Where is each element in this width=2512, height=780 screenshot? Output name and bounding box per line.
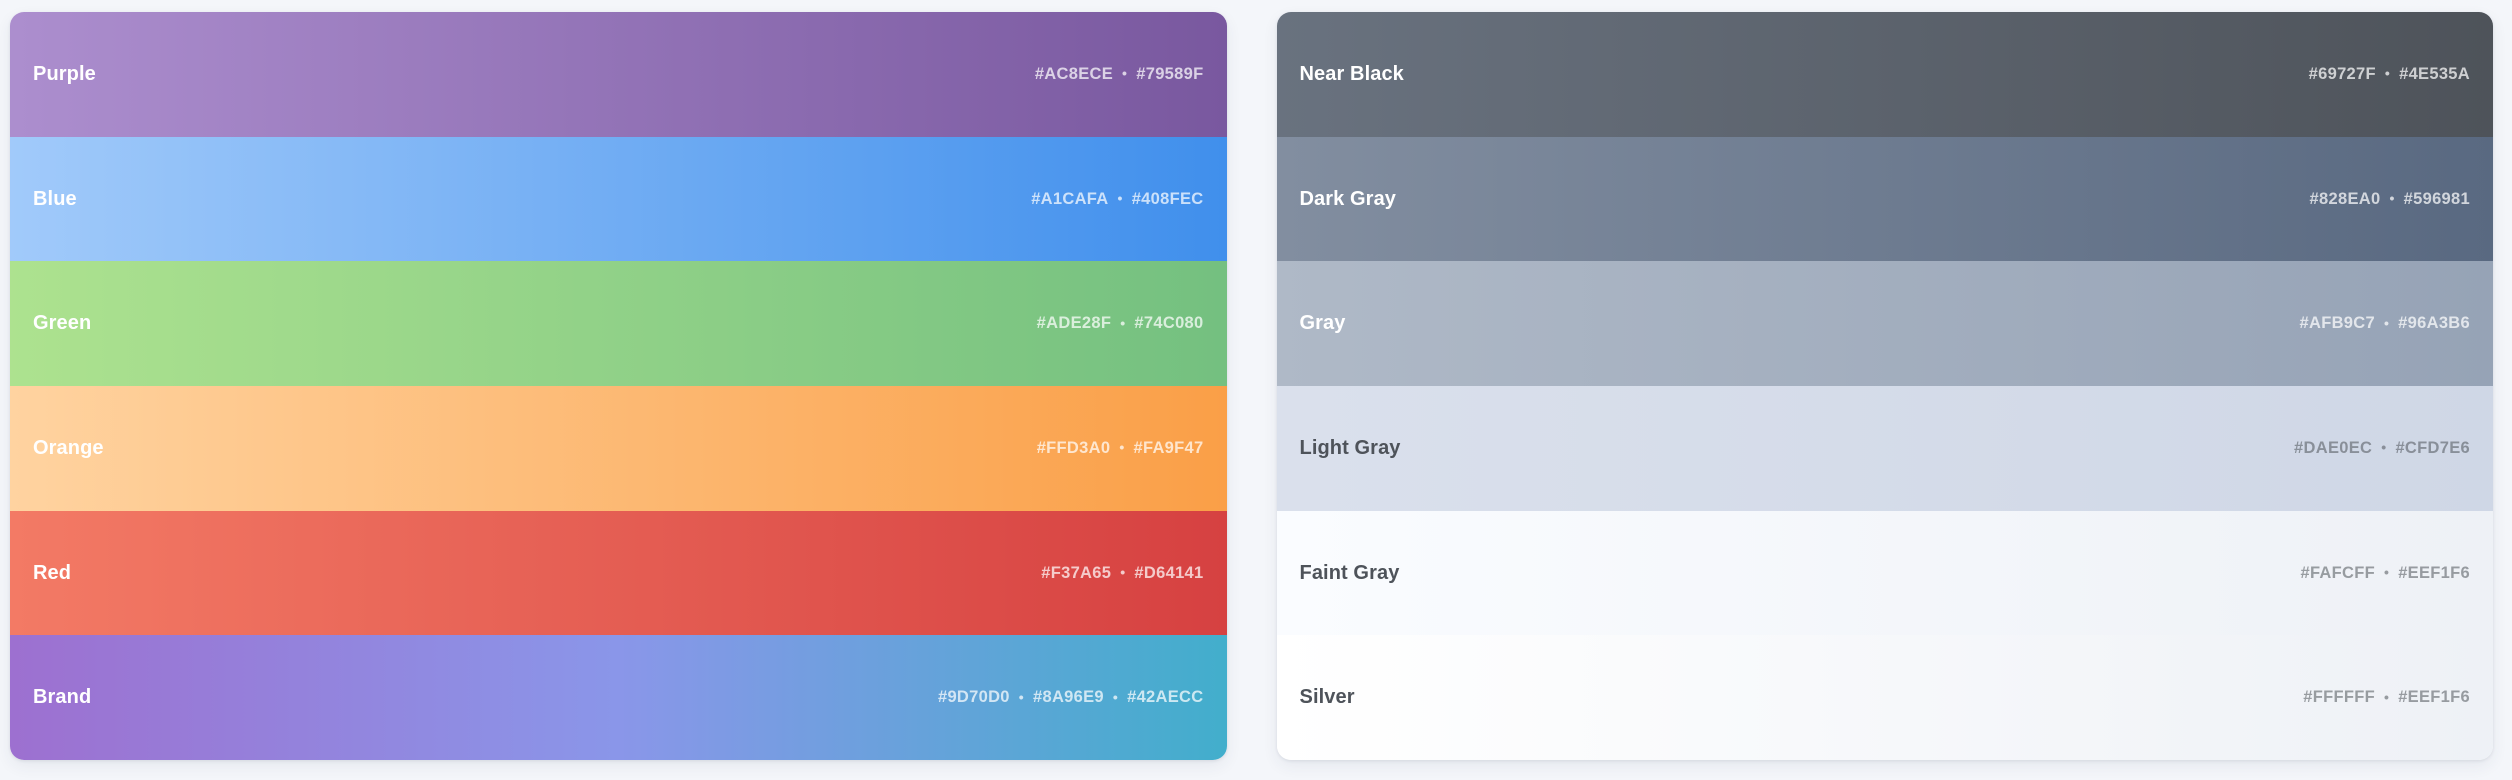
hex-code[interactable]: #828EA0 xyxy=(2310,190,2381,209)
stop-separator-icon: • xyxy=(1120,314,1126,331)
hex-code[interactable]: #FFD3A0 xyxy=(1037,439,1111,458)
swatch-label: Silver xyxy=(1299,686,1355,709)
hex-code[interactable]: #4E535A xyxy=(2399,65,2470,84)
swatch-label: Red xyxy=(33,561,72,584)
hex-code[interactable]: #D64141 xyxy=(1134,564,1203,583)
swatch-hex-stops: #AFB9C7 • #96A3B6 xyxy=(2300,314,2471,333)
hex-code[interactable]: #596981 xyxy=(2404,190,2470,209)
swatch-row[interactable]: Gray #AFB9C7 • #96A3B6 xyxy=(1276,261,2493,387)
hex-code[interactable]: #EEF1F6 xyxy=(2398,564,2470,583)
swatch-row[interactable]: Purple #AC8ECE • #79589F xyxy=(10,12,1227,137)
swatch-hex-stops: #AC8ECE • #79589F xyxy=(1035,65,1204,84)
hex-code[interactable]: #408FEC xyxy=(1132,190,1204,209)
swatch-row[interactable]: Faint Gray #FAFCFF • #EEF1F6 xyxy=(1276,510,2493,636)
stop-separator-icon: • xyxy=(1122,65,1128,82)
hex-code[interactable]: #CFD7E6 xyxy=(2395,439,2470,458)
stop-separator-icon: • xyxy=(2384,65,2391,82)
swatch-hex-stops: #ADE28F • #74C080 xyxy=(1037,314,1204,333)
stop-separator-icon: • xyxy=(2389,190,2395,206)
hex-code[interactable]: #42AECC xyxy=(1127,688,1203,707)
hex-code[interactable]: #FAFCFF xyxy=(2300,564,2375,583)
color-palette-board: Purple #AC8ECE • #79589F Blue #A1CAFA • #408FEC… xyxy=(0,0,2512,780)
swatch-hex-stops: #9D70D0 • #8A96E9 • #42AECC xyxy=(938,688,1204,707)
swatch-hex-stops: #F37A65 • #D64141 xyxy=(1041,564,1203,583)
swatch-hex-stops: #828EA0 • #596981 xyxy=(2310,190,2470,209)
swatch-label: Brand xyxy=(33,686,92,709)
swatch-hex-stops: #FFD3A0 • #FA9F47 xyxy=(1037,439,1204,458)
stop-separator-icon: • xyxy=(2381,439,2387,456)
swatch-row[interactable]: Green #ADE28F • #74C080 xyxy=(10,261,1227,387)
swatch-row[interactable]: Near Black #69727F • #4E535A xyxy=(1276,12,2493,137)
hex-code[interactable]: #DAE0EC xyxy=(2294,439,2372,458)
stop-separator-icon: • xyxy=(1117,190,1123,206)
swatch-label: Green xyxy=(33,312,92,335)
swatch-row[interactable]: Brand #9D70D0 • #8A96E9 • #42AECC xyxy=(10,635,1227,760)
swatch-hex-stops: #FFFFFF • #EEF1F6 xyxy=(2303,688,2470,707)
swatch-label: Gray xyxy=(1299,312,1346,335)
hex-code[interactable]: #EEF1F6 xyxy=(2398,688,2470,707)
swatch-label: Purple xyxy=(33,62,96,85)
swatch-label: Light Gray xyxy=(1299,436,1401,459)
hex-code[interactable]: #FA9F47 xyxy=(1134,439,1204,458)
neutral-palette-card: Near Black #69727F • #4E535A Dark Gray #828EA… xyxy=(1276,12,2493,760)
stop-separator-icon: • xyxy=(1120,564,1126,581)
swatch-row[interactable]: Light Gray #DAE0EC • #CFD7E6 xyxy=(1276,386,2493,511)
swatch-row[interactable]: Silver #FFFFFF • #EEF1F6 xyxy=(1276,635,2493,760)
hex-code[interactable]: #ADE28F xyxy=(1037,314,1112,333)
hex-code[interactable]: #96A3B6 xyxy=(2398,314,2470,333)
hex-code[interactable]: #74C080 xyxy=(1134,314,1203,333)
swatch-label: Near Black xyxy=(1299,62,1404,85)
hex-code[interactable]: #79589F xyxy=(1136,65,1203,84)
stop-separator-icon: • xyxy=(1119,439,1125,456)
hex-code[interactable]: #A1CAFA xyxy=(1031,190,1108,209)
hex-code[interactable]: #FFFFFF xyxy=(2303,688,2375,707)
stop-separator-icon: • xyxy=(2383,564,2390,581)
swatch-hex-stops: #69727F • #4E535A xyxy=(2309,65,2470,84)
hex-code[interactable]: #9D70D0 xyxy=(938,688,1010,707)
swatch-row[interactable]: Orange #FFD3A0 • #FA9F47 xyxy=(10,386,1227,511)
color-palette-card: Purple #AC8ECE • #79589F Blue #A1CAFA • #408FEC… xyxy=(10,12,1227,760)
stop-separator-icon: • xyxy=(1112,688,1119,705)
swatch-label: Faint Gray xyxy=(1299,561,1400,584)
swatch-hex-stops: #A1CAFA • #408FEC xyxy=(1031,190,1203,209)
stop-separator-icon: • xyxy=(2383,688,2390,705)
hex-code[interactable]: #AC8ECE xyxy=(1035,65,1113,84)
swatch-hex-stops: #DAE0EC • #CFD7E6 xyxy=(2294,439,2470,458)
swatch-row[interactable]: Red #F37A65 • #D64141 xyxy=(10,510,1227,636)
hex-code[interactable]: #AFB9C7 xyxy=(2300,314,2375,333)
hex-code[interactable]: #F37A65 xyxy=(1041,564,1111,583)
swatch-row[interactable]: Dark Gray #828EA0 • #596981 xyxy=(1276,136,2493,262)
hex-code[interactable]: #69727F xyxy=(2309,65,2376,84)
swatch-row[interactable]: Blue #A1CAFA • #408FEC xyxy=(10,136,1227,262)
swatch-label: Dark Gray xyxy=(1299,187,1397,210)
hex-code[interactable]: #8A96E9 xyxy=(1033,688,1104,707)
stop-separator-icon: • xyxy=(1018,688,1024,705)
stop-separator-icon: • xyxy=(2383,314,2390,331)
swatch-hex-stops: #FAFCFF • #EEF1F6 xyxy=(2300,564,2470,583)
swatch-label: Orange xyxy=(33,436,104,459)
swatch-label: Blue xyxy=(33,187,77,210)
